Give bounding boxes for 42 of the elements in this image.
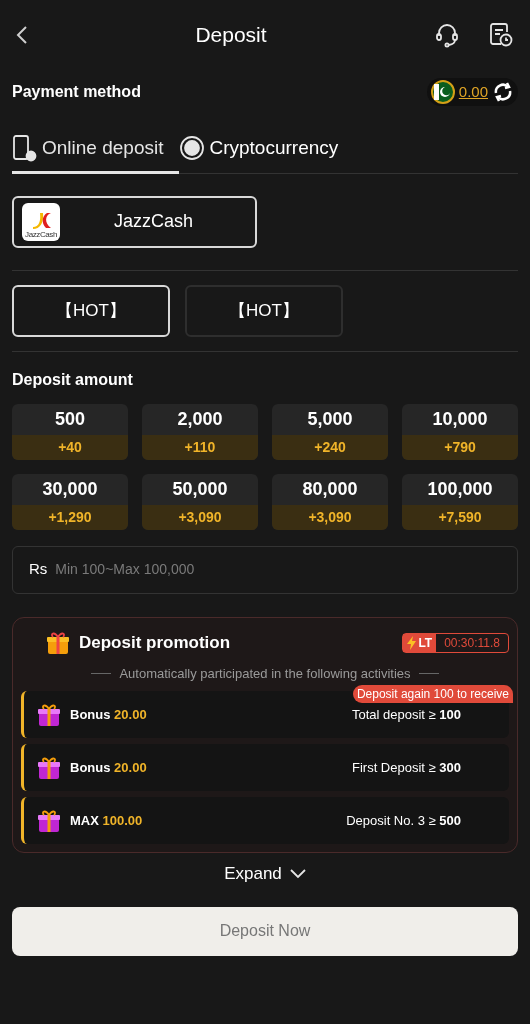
- bonus-label: Bonus 20.00: [70, 758, 147, 777]
- amount-option[interactable]: 5,000 +240: [272, 403, 388, 460]
- amount-option[interactable]: 2,000 +110: [142, 403, 258, 460]
- channel-option[interactable]: 【HOT】: [12, 284, 170, 337]
- chevron-down-icon: [289, 868, 306, 879]
- refresh-icon: [492, 81, 514, 103]
- channel-option[interactable]: 【HOT】: [185, 284, 343, 337]
- section-title: Payment method: [12, 82, 141, 102]
- flag-icon: [430, 80, 455, 104]
- promotion-title: Deposit promotion: [79, 631, 231, 654]
- promotion-condition: First Deposit ≥ 300: [351, 759, 461, 778]
- amount-option[interactable]: 30,000 +1,290: [12, 473, 128, 530]
- method-tab[interactable]: Cryptocurrency: [179, 134, 355, 174]
- payment-option[interactable]: JazzCash JazzCash: [12, 195, 257, 248]
- balance-amount: 0.00: [458, 81, 488, 102]
- bonus-label: MAX 100.00: [70, 811, 143, 830]
- deposit-button[interactable]: Deposit Now: [12, 906, 518, 956]
- promotion-condition: Deposit No. 3 ≥ 500: [346, 812, 461, 831]
- bonus-label: Bonus 20.00: [70, 705, 147, 724]
- amount-option[interactable]: 500 +40: [12, 403, 128, 460]
- lightning-icon: [407, 635, 417, 650]
- amount-option[interactable]: 80,000 +3,090: [272, 473, 388, 530]
- amount-option[interactable]: 50,000 +3,090: [142, 473, 258, 530]
- amount-option[interactable]: 100,000 +7,590: [402, 473, 518, 530]
- currency-label: Rs: [29, 559, 48, 580]
- timer-badge: LT 00:30:11.8: [402, 632, 509, 653]
- history-icon: [488, 22, 514, 48]
- promotion-badge: Deposit again 100 to receive: [352, 685, 513, 703]
- amount-field[interactable]: Rs Min 100~Max 100,000: [12, 545, 518, 594]
- headset-icon: [434, 22, 460, 48]
- phone-icon: [12, 134, 38, 163]
- method-tab[interactable]: Online deposit: [12, 134, 180, 174]
- refresh-button[interactable]: [492, 81, 514, 103]
- amount-input[interactable]: Min 100~Max 100,000: [55, 559, 501, 580]
- section-title: Deposit amount: [12, 369, 134, 390]
- promotion-subtitle: Automatically participated in the following activities: [119, 664, 411, 683]
- back-icon: [16, 25, 28, 45]
- page-title: Deposit: [194, 22, 268, 49]
- promotion-condition: Total deposit ≥ 100: [351, 706, 461, 725]
- expand-button[interactable]: Expand: [224, 861, 306, 887]
- amount-option[interactable]: 10,000 +790: [402, 403, 518, 460]
- wallet-logo: JazzCash: [22, 202, 60, 241]
